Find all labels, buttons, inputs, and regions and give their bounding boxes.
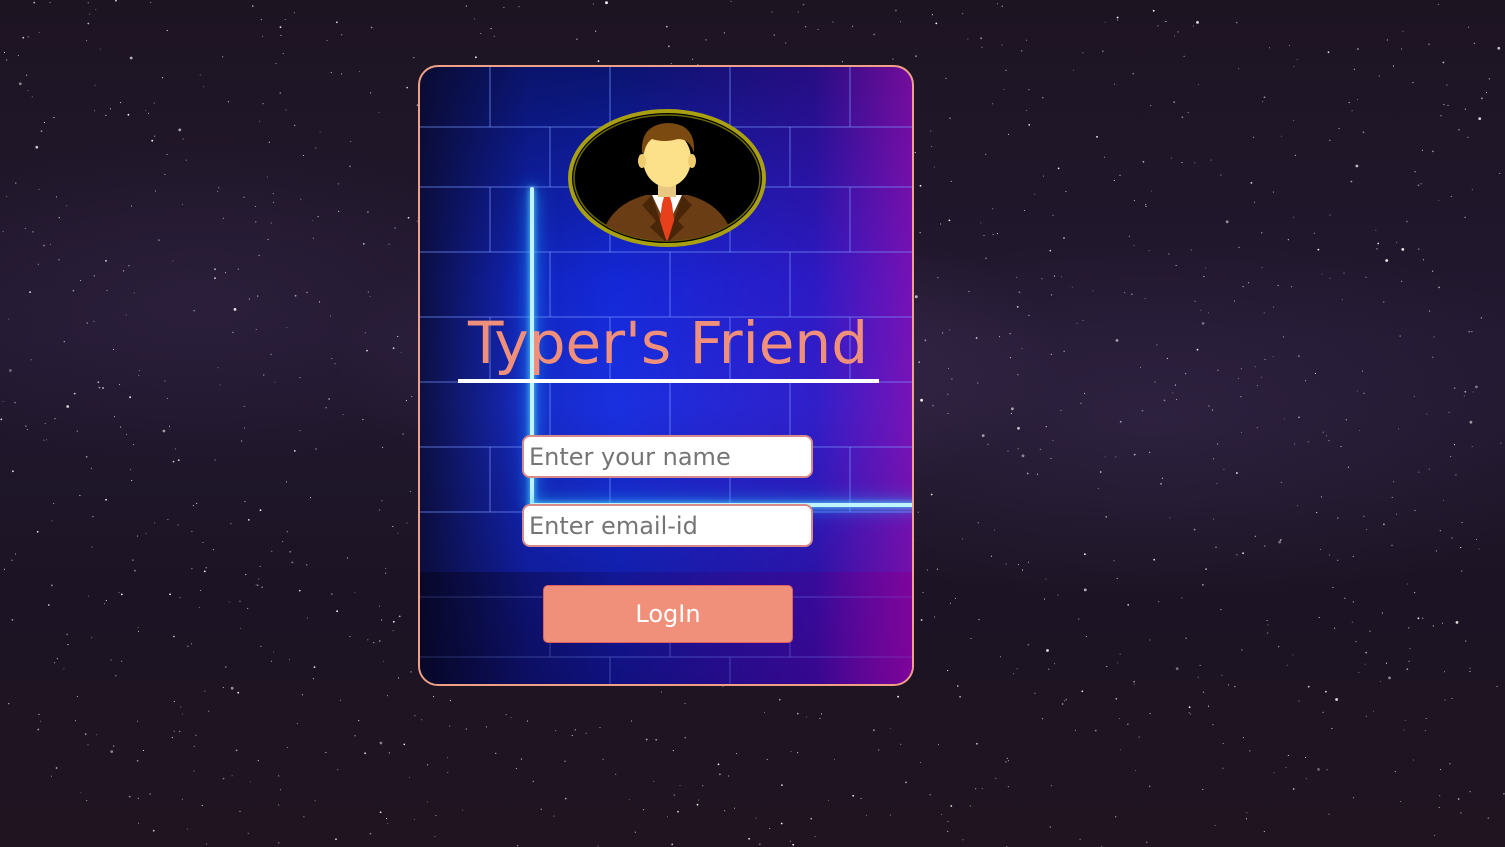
app-title: Typer's Friend [467, 309, 869, 377]
businessman-avatar-icon [568, 109, 766, 247]
login-button[interactable]: LogIn [543, 585, 793, 643]
email-input[interactable] [522, 504, 813, 547]
name-input[interactable] [522, 435, 813, 478]
title-underline [458, 379, 879, 383]
login-card: Typer's Friend LogIn [418, 65, 914, 686]
